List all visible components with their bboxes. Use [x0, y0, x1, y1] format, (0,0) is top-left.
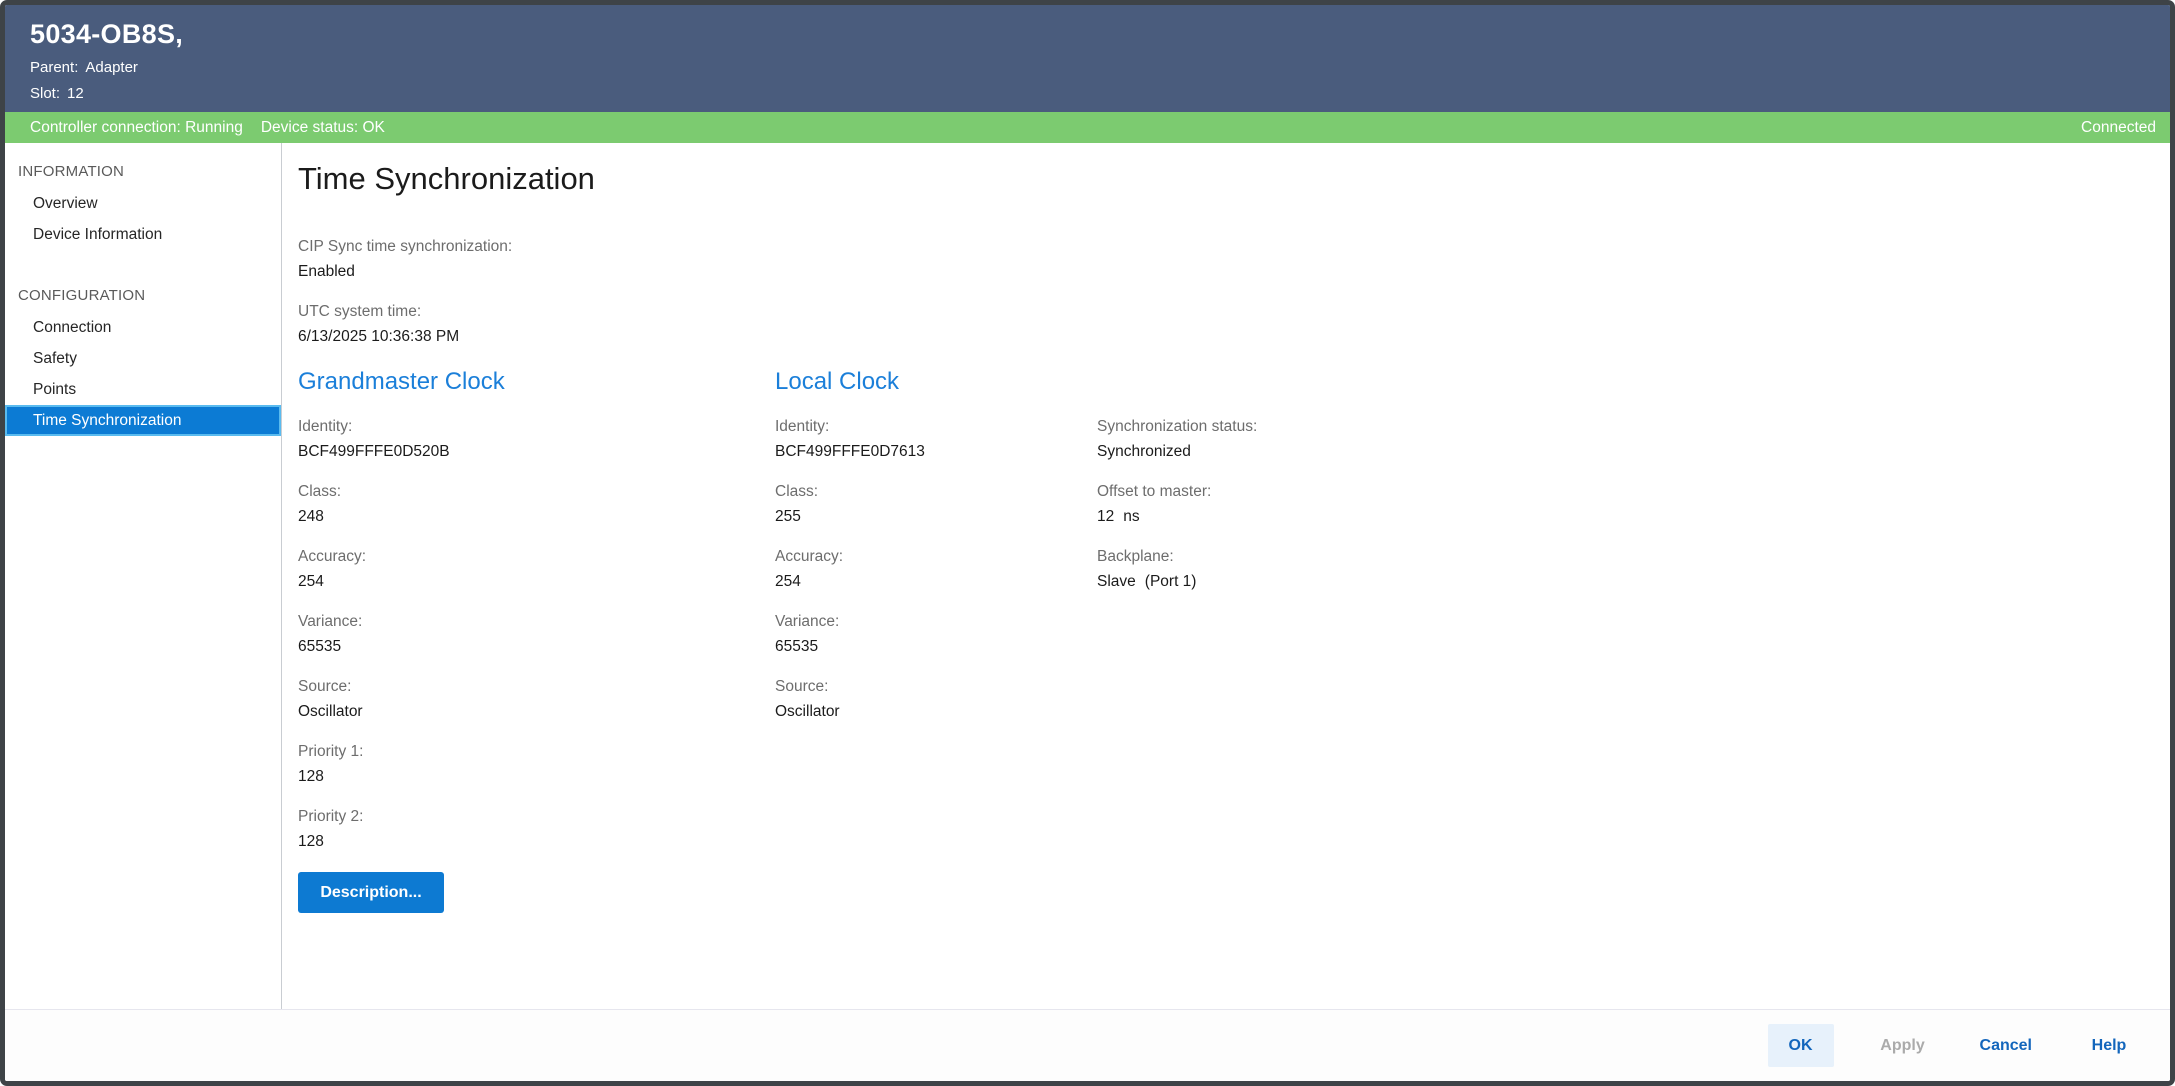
- field-local-variance: Variance: 65535: [775, 612, 1097, 656]
- field-value: 254: [775, 572, 1097, 591]
- field-gm-priority2: Priority 2: 128: [298, 807, 775, 851]
- field-sync-status: Synchronization status: Synchronized: [1097, 417, 2170, 461]
- parent-line: Parent: Adapter: [30, 58, 2150, 77]
- field-local-identity: Identity: BCF499FFFE0D7613: [775, 417, 1097, 461]
- parent-label: Parent:: [30, 59, 78, 76]
- cancel-button[interactable]: Cancel: [1972, 1024, 2040, 1067]
- field-value: 12ns: [1097, 507, 2170, 526]
- field-label: Identity:: [298, 417, 775, 436]
- parent-value: Adapter: [85, 59, 138, 76]
- main-content: Time Synchronization CIP Sync time synch…: [282, 143, 2170, 1009]
- field-label: UTC system time:: [298, 302, 2170, 321]
- sidebar-item-device-information[interactable]: Device Information: [5, 219, 281, 250]
- field-label: Source:: [298, 677, 775, 696]
- field-local-accuracy: Accuracy: 254: [775, 547, 1097, 591]
- sidebar-item-time-synchronization[interactable]: Time Synchronization: [5, 405, 281, 436]
- status-bar: Controller connection: Running Device st…: [5, 112, 2170, 143]
- field-local-class: Class: 255: [775, 482, 1097, 526]
- field-label: Variance:: [775, 612, 1097, 631]
- field-label: Class:: [298, 482, 775, 501]
- field-label: Variance:: [298, 612, 775, 631]
- connection-state-badge: Connected: [2081, 119, 2156, 137]
- field-local-source: Source: Oscillator: [775, 677, 1097, 721]
- ok-button[interactable]: OK: [1768, 1024, 1834, 1067]
- field-unit: ns: [1123, 508, 1139, 525]
- field-backplane: Backplane: Slave(Port 1): [1097, 547, 2170, 591]
- field-cip-sync: CIP Sync time synchronization: Enabled: [298, 237, 2170, 281]
- device-properties-window: 5034-OB8S, Parent: Adapter Slot: 12 Contro…: [0, 0, 2175, 1086]
- field-label: Backplane:: [1097, 547, 2170, 566]
- field-label: Synchronization status:: [1097, 417, 2170, 436]
- local-clock-heading: Local Clock: [775, 367, 1097, 397]
- field-label: CIP Sync time synchronization:: [298, 237, 2170, 256]
- field-value: BCF499FFFE0D7613: [775, 442, 1097, 461]
- field-value: 6/13/2025 10:36:38 PM: [298, 327, 2170, 346]
- field-value: Oscillator: [775, 702, 1097, 721]
- field-value: Enabled: [298, 262, 2170, 281]
- sidebar-item-safety[interactable]: Safety: [5, 343, 281, 374]
- field-value: 128: [298, 832, 775, 851]
- sidebar-item-connection[interactable]: Connection: [5, 312, 281, 343]
- sidebar: INFORMATION Overview Device Information …: [5, 143, 282, 1009]
- field-gm-priority1: Priority 1: 128: [298, 742, 775, 786]
- window-header: 5034-OB8S, Parent: Adapter Slot: 12: [5, 5, 2170, 112]
- sidebar-section-information: INFORMATION: [5, 156, 281, 188]
- field-value: 248: [298, 507, 775, 526]
- sidebar-section-configuration: CONFIGURATION: [5, 280, 281, 312]
- field-value: Synchronized: [1097, 442, 2170, 461]
- field-label: Accuracy:: [298, 547, 775, 566]
- help-button[interactable]: Help: [2076, 1024, 2142, 1067]
- field-value: Oscillator: [298, 702, 775, 721]
- field-label: Identity:: [775, 417, 1097, 436]
- field-value: 65535: [298, 637, 775, 656]
- field-gm-source: Source: Oscillator: [298, 677, 775, 721]
- field-value: 254: [298, 572, 775, 591]
- field-label: Priority 2:: [298, 807, 775, 826]
- local-clock-section: Local Clock Identity: BCF499FFFE0D7613 C…: [775, 367, 1097, 742]
- clock-columns: Grandmaster Clock Identity: BCF499FFFE0D…: [298, 367, 2170, 913]
- dialog-footer: OK Apply Cancel Help: [5, 1009, 2170, 1081]
- field-value: 65535: [775, 637, 1097, 656]
- sync-status-section: Synchronization status: Synchronized Off…: [1097, 367, 2170, 612]
- field-label: Class:: [775, 482, 1097, 501]
- device-title: 5034-OB8S,: [30, 17, 2150, 51]
- field-value: BCF499FFFE0D520B: [298, 442, 775, 461]
- field-value: 128: [298, 767, 775, 786]
- controller-connection-status: Controller connection: Running: [30, 119, 243, 137]
- slot-line: Slot: 12: [30, 84, 2150, 103]
- field-gm-accuracy: Accuracy: 254: [298, 547, 775, 591]
- window-body: INFORMATION Overview Device Information …: [5, 143, 2170, 1009]
- field-unit: (Port 1): [1145, 573, 1197, 590]
- device-status: Device status: OK: [261, 119, 385, 137]
- field-gm-variance: Variance: 65535: [298, 612, 775, 656]
- field-label: Priority 1:: [298, 742, 775, 761]
- field-label: Accuracy:: [775, 547, 1097, 566]
- slot-value: 12: [67, 85, 84, 102]
- field-gm-class: Class: 248: [298, 482, 775, 526]
- field-label: Offset to master:: [1097, 482, 2170, 501]
- slot-label: Slot:: [30, 85, 60, 102]
- apply-button[interactable]: Apply: [1870, 1024, 1936, 1067]
- field-gm-identity: Identity: BCF499FFFE0D520B: [298, 417, 775, 461]
- field-offset-to-master: Offset to master: 12ns: [1097, 482, 2170, 526]
- description-button[interactable]: Description...: [298, 872, 444, 913]
- sidebar-item-overview[interactable]: Overview: [5, 188, 281, 219]
- field-label: Source:: [775, 677, 1097, 696]
- page-title: Time Synchronization: [298, 160, 2170, 197]
- field-utc-system-time: UTC system time: 6/13/2025 10:36:38 PM: [298, 302, 2170, 346]
- grandmaster-clock-heading: Grandmaster Clock: [298, 367, 775, 397]
- field-value: Slave(Port 1): [1097, 572, 2170, 591]
- grandmaster-clock-section: Grandmaster Clock Identity: BCF499FFFE0D…: [298, 367, 775, 913]
- sidebar-item-points[interactable]: Points: [5, 374, 281, 405]
- field-value: 255: [775, 507, 1097, 526]
